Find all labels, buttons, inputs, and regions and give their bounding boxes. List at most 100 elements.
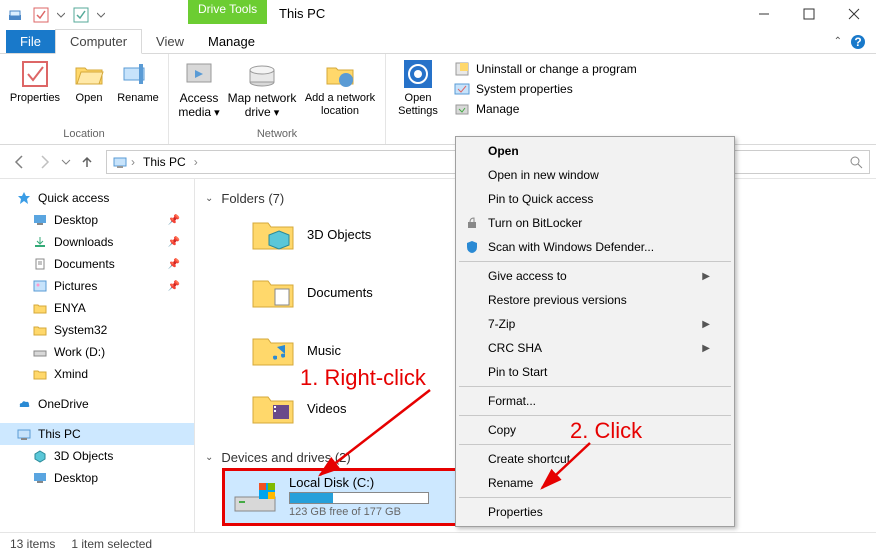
pin-icon: 📌 — [168, 259, 190, 270]
tree-documents[interactable]: Documents📌 — [0, 253, 194, 275]
open-settings-button[interactable]: Open Settings — [392, 56, 444, 118]
open-button[interactable]: Open — [68, 56, 110, 105]
documents-folder-icon — [249, 272, 297, 312]
desktop-icon — [32, 212, 48, 228]
drive-local-disk-c[interactable]: Local Disk (C:) 123 GB free of 177 GB — [225, 469, 455, 524]
cm-restore-versions[interactable]: Restore previous versions — [458, 288, 732, 312]
collapse-ribbon-icon[interactable]: ⌃ — [834, 36, 842, 47]
nav-history-caret-icon[interactable] — [58, 149, 74, 175]
cm-format[interactable]: Format... — [458, 389, 732, 413]
cm-pin-start[interactable]: Pin to Start — [458, 360, 732, 384]
help-icon[interactable]: ? — [850, 34, 866, 50]
view-tab[interactable]: View — [142, 30, 198, 53]
videos-folder-icon — [249, 388, 297, 428]
status-bar: 13 items 1 item selected — [0, 532, 876, 554]
cm-bitlocker[interactable]: Turn on BitLocker — [458, 211, 732, 235]
qat-caret-1-icon[interactable] — [56, 11, 66, 19]
location-group-label: Location — [6, 128, 162, 142]
chevron-right-icon: ▶ — [702, 343, 710, 354]
file-tab[interactable]: File — [6, 30, 55, 53]
drive-c-icon — [231, 477, 279, 517]
folder-music[interactable]: Music — [245, 326, 475, 374]
computer-tab[interactable]: Computer — [55, 29, 142, 54]
cm-create-shortcut[interactable]: Create shortcut — [458, 447, 732, 471]
access-media-button[interactable]: Access media ▾ — [175, 56, 223, 120]
3d-objects-folder-icon — [249, 214, 297, 254]
address-bar-row: › This PC › is PC — [0, 145, 876, 179]
star-icon — [16, 190, 32, 206]
title-bar: Drive Tools This PC — [0, 0, 876, 30]
uninstall-icon — [454, 61, 470, 77]
cm-open[interactable]: Open — [458, 139, 732, 163]
tree-system32[interactable]: System32 — [0, 319, 194, 341]
search-icon — [849, 155, 863, 169]
add-network-location-button[interactable]: Add a network location — [301, 56, 379, 118]
cm-pin-quick-access[interactable]: Pin to Quick access — [458, 187, 732, 211]
tree-this-pc[interactable]: This PC — [0, 423, 194, 445]
ribbon-location-group: Properties Open Rename Location — [0, 54, 169, 144]
ribbon: Properties Open Rename Location Access m… — [0, 54, 876, 145]
tree-work-d[interactable]: Work (D:) — [0, 341, 194, 363]
minimize-button[interactable] — [741, 0, 786, 28]
close-button[interactable] — [831, 0, 876, 28]
maximize-button[interactable] — [786, 0, 831, 28]
window-controls — [741, 0, 876, 28]
folder-documents[interactable]: Documents — [245, 268, 475, 316]
tree-enya[interactable]: ENYA — [0, 297, 194, 319]
this-pc-icon — [16, 426, 32, 442]
uninstall-program-button[interactable]: Uninstall or change a program — [452, 60, 639, 78]
properties-button[interactable]: Properties — [6, 56, 64, 105]
properties-icon — [19, 58, 51, 90]
breadcrumb-this-pc[interactable]: This PC — [137, 155, 192, 169]
cm-separator — [459, 386, 731, 387]
cm-crc-sha[interactable]: CRC SHA▶ — [458, 336, 732, 360]
cm-rename[interactable]: Rename — [458, 471, 732, 495]
qat-properties-icon[interactable] — [30, 4, 52, 26]
folder-icon — [32, 300, 48, 316]
cm-open-new-window[interactable]: Open in new window — [458, 163, 732, 187]
desktop-icon — [32, 470, 48, 486]
tree-onedrive[interactable]: OneDrive — [0, 393, 194, 415]
tree-quick-access[interactable]: Quick access — [0, 187, 194, 209]
this-pc-icon — [111, 153, 129, 171]
music-folder-icon — [249, 330, 297, 370]
ribbon-system-group: Open Settings Uninstall or change a prog… — [386, 54, 649, 144]
chevron-right-icon[interactable]: › — [129, 155, 137, 169]
cm-defender-scan[interactable]: Scan with Windows Defender... — [458, 235, 732, 259]
chevron-down-icon: ⌄ — [205, 452, 213, 463]
rename-button[interactable]: Rename — [114, 56, 162, 105]
manage-icon — [454, 101, 470, 117]
cm-separator — [459, 415, 731, 416]
tree-downloads[interactable]: Downloads📌 — [0, 231, 194, 253]
system-properties-button[interactable]: System properties — [452, 80, 639, 98]
navigation-tree[interactable]: Quick access Desktop📌 Downloads📌 Documen… — [0, 179, 195, 532]
cm-7zip[interactable]: 7-Zip▶ — [458, 312, 732, 336]
qat-check-icon[interactable] — [70, 4, 92, 26]
drive-c-info: Local Disk (C:) 123 GB free of 177 GB — [289, 475, 429, 518]
qat-caret-2-icon[interactable] — [96, 11, 106, 19]
drive-usage-bar — [289, 492, 429, 504]
nav-forward-button[interactable] — [32, 149, 58, 175]
contextual-tab: Drive Tools — [188, 0, 267, 24]
chevron-right-icon[interactable]: › — [192, 155, 200, 169]
chevron-right-icon: ▶ — [702, 271, 710, 282]
nav-back-button[interactable] — [6, 149, 32, 175]
tree-3d-objects[interactable]: 3D Objects — [0, 445, 194, 467]
map-drive-button[interactable]: Map network drive ▾ — [227, 56, 297, 120]
chevron-down-icon: ⌄ — [205, 193, 213, 204]
folder-3d-objects[interactable]: 3D Objects — [245, 210, 475, 258]
ribbon-network-group: Access media ▾ Map network drive ▾ Add a… — [169, 54, 386, 144]
manage-button[interactable]: Manage — [452, 100, 639, 118]
tree-xmind[interactable]: Xmind — [0, 363, 194, 385]
nav-up-button[interactable] — [74, 149, 100, 175]
tree-desktop-2[interactable]: Desktop — [0, 467, 194, 489]
system-column: Uninstall or change a program System pro… — [448, 56, 643, 122]
tree-pictures[interactable]: Pictures📌 — [0, 275, 194, 297]
folder-videos[interactable]: Videos — [245, 384, 475, 432]
cm-give-access[interactable]: Give access to▶ — [458, 264, 732, 288]
cm-copy[interactable]: Copy — [458, 418, 732, 442]
manage-tab[interactable]: Manage — [194, 30, 269, 53]
cm-properties[interactable]: Properties — [458, 500, 732, 524]
pin-icon: 📌 — [168, 215, 190, 226]
tree-desktop[interactable]: Desktop📌 — [0, 209, 194, 231]
